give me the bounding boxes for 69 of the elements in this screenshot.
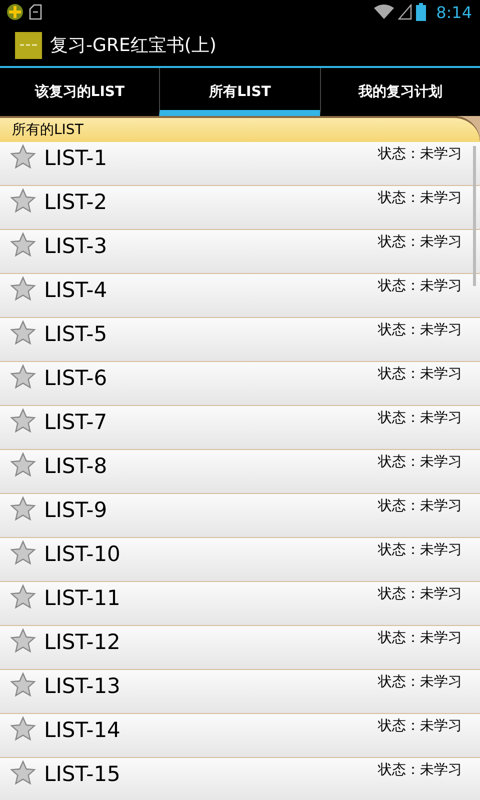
star-icon[interactable] bbox=[10, 452, 36, 478]
section-title: 所有的LIST bbox=[12, 121, 84, 139]
list-status: 状态：未学习 bbox=[378, 629, 462, 648]
list-status: 状态：未学习 bbox=[378, 321, 462, 340]
list-status: 状态：未学习 bbox=[378, 717, 462, 736]
list-status: 状态：未学习 bbox=[378, 145, 462, 164]
list-item[interactable]: LIST-15 状态：未学习 bbox=[0, 758, 480, 800]
star-icon[interactable] bbox=[10, 672, 36, 698]
star-icon[interactable] bbox=[10, 540, 36, 566]
wifi-icon bbox=[374, 4, 394, 20]
status-time: 8:14 bbox=[436, 2, 472, 22]
list-status: 状态：未学习 bbox=[378, 365, 462, 384]
list-item[interactable]: LIST-8 状态：未学习 bbox=[0, 450, 480, 494]
list-name: LIST-13 bbox=[44, 673, 120, 700]
battery-icon bbox=[416, 3, 426, 21]
list-name: LIST-9 bbox=[44, 497, 108, 524]
list-item[interactable]: LIST-10 状态：未学习 bbox=[0, 538, 480, 582]
list-status: 状态：未学习 bbox=[378, 189, 462, 208]
list-item[interactable]: LIST-1 状态：未学习 bbox=[0, 142, 480, 186]
list-name: LIST-7 bbox=[44, 409, 108, 436]
app-notification-icon bbox=[6, 3, 24, 21]
list-item[interactable]: LIST-5 状态：未学习 bbox=[0, 318, 480, 362]
list-status: 状态：未学习 bbox=[378, 541, 462, 560]
star-icon[interactable] bbox=[10, 496, 36, 522]
list-name: LIST-4 bbox=[44, 277, 108, 304]
list-name: LIST-15 bbox=[44, 761, 120, 788]
list-item[interactable]: LIST-14 状态：未学习 bbox=[0, 714, 480, 758]
star-icon[interactable] bbox=[10, 716, 36, 742]
app-title: 复习-GRE红宝书(上) bbox=[50, 34, 216, 57]
list-status: 状态：未学习 bbox=[378, 277, 462, 296]
list-name: LIST-10 bbox=[44, 541, 120, 568]
list-item[interactable]: LIST-12 状态：未学习 bbox=[0, 626, 480, 670]
list-name: LIST-1 bbox=[44, 145, 108, 172]
list-name: LIST-3 bbox=[44, 233, 108, 260]
list-status: 状态：未学习 bbox=[378, 233, 462, 252]
list-item[interactable]: LIST-13 状态：未学习 bbox=[0, 670, 480, 714]
app-logo-icon bbox=[15, 32, 42, 58]
star-icon[interactable] bbox=[10, 628, 36, 654]
star-icon[interactable] bbox=[10, 276, 36, 302]
list-name: LIST-5 bbox=[44, 321, 108, 348]
star-icon[interactable] bbox=[10, 408, 36, 434]
signal-icon bbox=[398, 4, 412, 20]
list-name: LIST-12 bbox=[44, 629, 120, 656]
list-status: 状态：未学习 bbox=[378, 453, 462, 472]
list-status: 状态：未学习 bbox=[378, 761, 462, 780]
tab[interactable]: 所有LIST bbox=[159, 68, 320, 116]
list-item[interactable]: LIST-11 状态：未学习 bbox=[0, 582, 480, 626]
list-name: LIST-8 bbox=[44, 453, 108, 480]
list-status: 状态：未学习 bbox=[378, 673, 462, 692]
list-item[interactable]: LIST-9 状态：未学习 bbox=[0, 494, 480, 538]
star-icon[interactable] bbox=[10, 144, 36, 170]
list-status: 状态：未学习 bbox=[378, 409, 462, 428]
list-item[interactable]: LIST-6 状态：未学习 bbox=[0, 362, 480, 406]
list-name: LIST-11 bbox=[44, 585, 120, 612]
star-icon[interactable] bbox=[10, 232, 36, 258]
star-icon[interactable] bbox=[10, 320, 36, 346]
list-item[interactable]: LIST-4 状态：未学习 bbox=[0, 274, 480, 318]
list-status: 状态：未学习 bbox=[378, 497, 462, 516]
star-icon[interactable] bbox=[10, 760, 36, 786]
star-icon[interactable] bbox=[10, 584, 36, 610]
list-name: LIST-2 bbox=[44, 189, 108, 216]
list-name: LIST-14 bbox=[44, 717, 120, 744]
list-name: LIST-6 bbox=[44, 365, 108, 392]
list-item[interactable]: LIST-3 状态：未学习 bbox=[0, 230, 480, 274]
star-icon[interactable] bbox=[10, 364, 36, 390]
star-icon[interactable] bbox=[10, 188, 36, 214]
list-item[interactable]: LIST-2 状态：未学习 bbox=[0, 186, 480, 230]
list-status: 状态：未学习 bbox=[378, 585, 462, 604]
list-item[interactable]: LIST-7 状态：未学习 bbox=[0, 406, 480, 450]
